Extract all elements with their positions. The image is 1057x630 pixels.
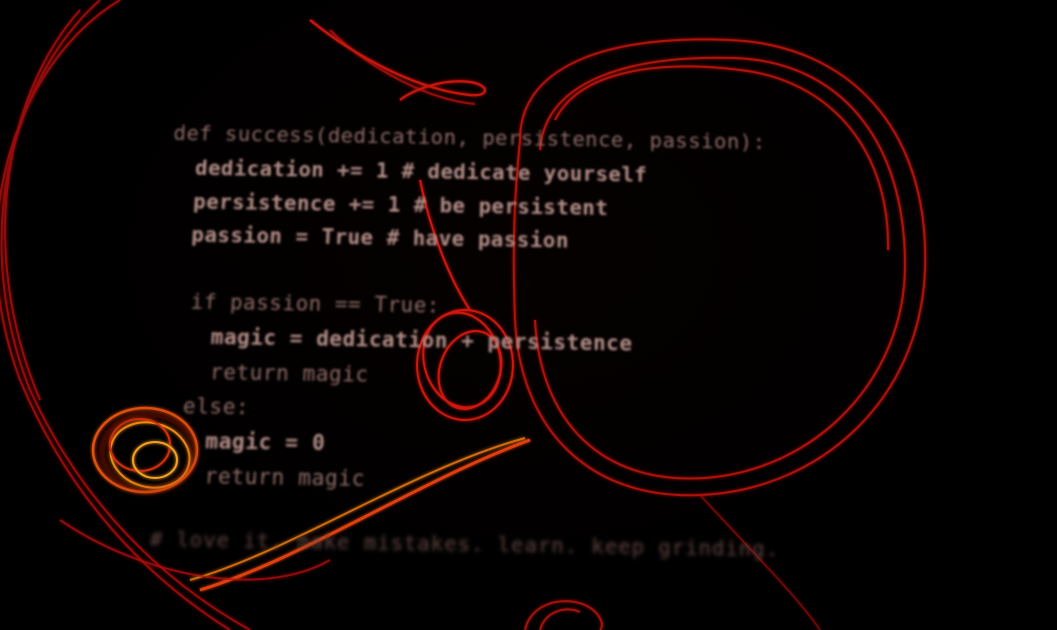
code-line-else: else: (182, 393, 250, 420)
code-block: def success(dedication, persistence, pas… (0, 5, 1057, 630)
code-footer-comment: # love it. make mistakes. learn. keep gr… (149, 526, 780, 562)
code-line-dedication: dedication += 1 # dedicate yourself (194, 156, 648, 187)
code-line-passion: passion = True # have passion (190, 223, 570, 253)
code-line-magic-zero: magic = 0 (204, 428, 326, 456)
code-line-return-2: return magic (203, 463, 366, 492)
wallpaper-scene: def success(dedication, persistence, pas… (0, 0, 1057, 630)
code-line-def: def success(dedication, persistence, pas… (172, 121, 766, 154)
code-line-if: if passion == True: (190, 289, 441, 318)
code-line-return-1: return magic (209, 360, 370, 387)
code-line-persistence: persistence += 1 # be persistent (192, 190, 609, 220)
code-line-magic-sum: magic = dedication + persistence (210, 324, 633, 356)
